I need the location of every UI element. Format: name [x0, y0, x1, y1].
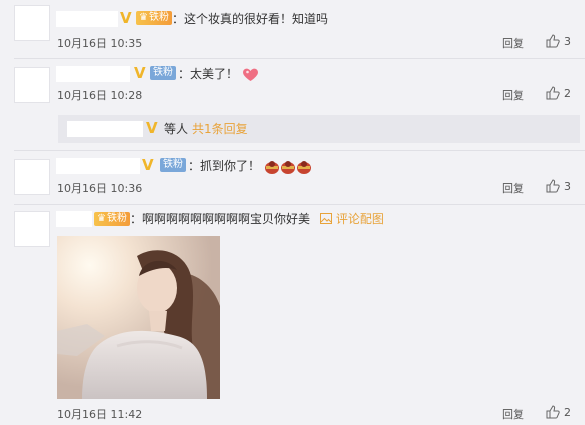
sub-reply-text: 等人 — [164, 122, 189, 136]
like-count: 2 — [564, 86, 571, 100]
reply-button[interactable]: 回复 — [502, 180, 524, 196]
username[interactable] — [67, 121, 143, 137]
reply-button[interactable]: 回复 — [502, 87, 524, 103]
heart-icon — [242, 68, 258, 81]
red-envelope-icon — [296, 160, 311, 174]
comment-text: ：啊啊啊啊啊啊啊啊啊宝贝你好美 — [130, 212, 311, 226]
red-envelope-icon — [264, 160, 279, 174]
like-button[interactable]: 2 — [546, 86, 571, 100]
username[interactable] — [56, 158, 140, 174]
timestamp: 10月16日 10:35 — [57, 37, 143, 50]
like-button[interactable]: 3 — [546, 34, 571, 48]
fan-badge: ♛铁粉 — [94, 212, 130, 226]
fan-badge: 铁粉 — [160, 158, 186, 172]
comment-item: V ♛铁粉 ：这个妆真的很好看！知道吗 10月16日 10:35 回复 3 — [0, 0, 585, 55]
comment-image-link[interactable]: 评论配图 — [320, 211, 384, 227]
verified-badge-icon: V — [134, 64, 146, 82]
fan-badge: 铁粉 — [150, 66, 176, 80]
comment-item: V 铁粉 ：抓到你了！ 10月16日 10:36 回复 3 — [0, 151, 585, 203]
comment-text: ：抓到你了！ — [188, 158, 312, 175]
view-replies-link[interactable]: 共1条回复 — [192, 121, 248, 137]
image-icon — [320, 213, 332, 224]
avatar[interactable] — [14, 5, 50, 41]
reply-button[interactable]: 回复 — [502, 35, 524, 51]
like-button[interactable]: 3 — [546, 179, 571, 193]
username[interactable] — [56, 211, 92, 227]
red-envelope-icon — [280, 160, 295, 174]
reply-button[interactable]: 回复 — [502, 406, 524, 422]
fan-badge: ♛铁粉 — [136, 11, 172, 25]
like-count: 3 — [564, 179, 571, 193]
crown-icon: ♛ — [97, 213, 106, 224]
avatar[interactable] — [14, 211, 50, 247]
timestamp: 10月16日 11:42 — [57, 408, 143, 421]
comment-photo[interactable] — [57, 236, 220, 399]
comment-text: ：这个妆真的很好看！知道吗 — [172, 12, 329, 26]
avatar[interactable] — [14, 159, 50, 195]
like-button[interactable]: 2 — [546, 405, 571, 419]
verified-badge-icon: V — [120, 9, 132, 27]
verified-badge-icon: V — [146, 119, 158, 137]
timestamp: 10月16日 10:28 — [57, 89, 143, 102]
avatar[interactable] — [14, 67, 50, 103]
thumbs-up-icon — [546, 405, 560, 419]
verified-badge-icon: V — [142, 156, 154, 174]
comment-text: ：太美了！ — [178, 66, 259, 82]
sub-reply-box: V 等人 共1条回复 — [58, 115, 580, 143]
like-count: 3 — [564, 34, 571, 48]
like-count: 2 — [564, 405, 571, 419]
thumbs-up-icon — [546, 86, 560, 100]
thumbs-up-icon — [546, 34, 560, 48]
thumbs-up-icon — [546, 179, 560, 193]
crown-icon: ♛ — [139, 12, 148, 23]
timestamp: 10月16日 10:36 — [57, 182, 143, 195]
username[interactable] — [56, 11, 118, 27]
username[interactable] — [56, 66, 130, 82]
